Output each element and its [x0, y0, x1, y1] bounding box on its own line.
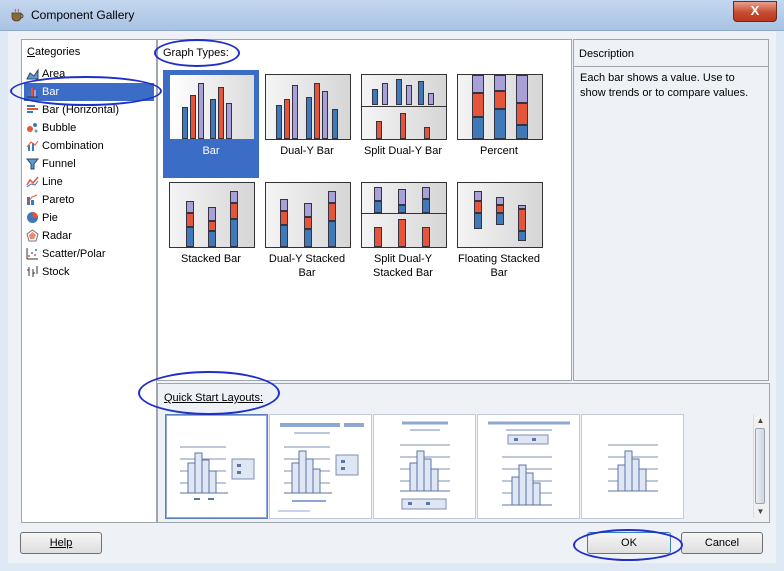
category-label: Bubble: [42, 122, 77, 134]
radar-chart-icon: [26, 229, 39, 242]
graph-type-dual-y-bar[interactable]: Dual-Y Bar: [259, 70, 355, 178]
line-chart-icon: [26, 176, 39, 188]
category-label: Stock: [42, 266, 70, 278]
description-header: Description: [579, 48, 635, 60]
category-item-stock[interactable]: Stock: [24, 263, 154, 281]
coffee-cup-icon: [11, 8, 24, 22]
graph-types-header: Graph Types:: [163, 47, 229, 59]
area-chart-icon: [26, 68, 39, 80]
category-item-line[interactable]: Line: [24, 173, 154, 191]
dialog-body: Categories Area Bar Bar (Horizontal) Bubble…: [8, 31, 776, 563]
ok-button[interactable]: OK: [587, 532, 671, 554]
quick-start-layout-2[interactable]: [269, 414, 372, 519]
category-item-funnel[interactable]: Funnel: [24, 155, 154, 173]
pie-chart-icon: [27, 212, 38, 223]
category-item-scatter-polar[interactable]: Scatter/Polar: [24, 245, 154, 263]
help-button[interactable]: Help: [20, 532, 102, 554]
category-item-radar[interactable]: Radar: [24, 227, 154, 245]
stock-chart-icon: [27, 266, 38, 277]
category-item-combination[interactable]: Combination: [24, 137, 154, 155]
graph-type-label: Dual-Y Bar: [280, 145, 334, 157]
close-icon: X: [750, 3, 760, 18]
quick-start-layout-1[interactable]: [165, 414, 268, 519]
graph-type-label: Bar: [202, 145, 220, 157]
component-gallery-dialog: Component Gallery X Categories Area Bar Ba…: [0, 0, 784, 571]
category-label: Bar: [42, 86, 60, 98]
categories-panel: Categories Area Bar Bar (Horizontal) Bubble…: [21, 39, 157, 523]
graph-type-label: Split Dual-Y Bar: [363, 145, 443, 157]
category-label: Pareto: [42, 194, 75, 206]
graph-type-split-dual-y-stacked-bar[interactable]: Split Dual-Y Stacked Bar: [355, 178, 451, 286]
category-item-pareto[interactable]: Pareto: [24, 191, 154, 209]
graph-type-stacked-bar[interactable]: Stacked Bar: [163, 178, 259, 286]
scrollbar-thumb[interactable]: [755, 428, 765, 504]
graph-type-split-dual-y-bar[interactable]: Split Dual-Y Bar: [355, 70, 451, 178]
graph-type-dual-y-stacked-bar[interactable]: Dual-Y Stacked Bar: [259, 178, 355, 286]
layout-chart-only-icon: [608, 444, 658, 492]
graph-type-label: Floating Stacked Bar: [458, 253, 540, 279]
graph-type-label: Split Dual-Y Stacked Bar: [373, 253, 433, 279]
graph-type-floating-stacked-bar[interactable]: Floating Stacked Bar: [451, 178, 547, 286]
category-label: Area: [42, 68, 66, 80]
scroll-up-icon[interactable]: ▲: [754, 414, 767, 427]
category-label: Bar (Horizontal): [42, 104, 120, 116]
quick-start-panel: Quick Start Layouts: ▲ ▼: [157, 383, 770, 523]
quick-start-layouts-list: [162, 412, 747, 519]
description-text: Each bar shows a value. Use to show tren…: [580, 72, 749, 99]
layout-chart-legend-right-icon: [180, 446, 255, 500]
bubble-chart-icon: [27, 123, 38, 133]
category-item-bar[interactable]: Bar: [24, 83, 154, 101]
horizontal-bar-chart-icon: [27, 105, 38, 113]
categories-list: Area Bar Bar (Horizontal) Bubble Combination…: [24, 65, 154, 281]
category-item-bar-horizontal[interactable]: Bar (Horizontal): [24, 101, 154, 119]
split-dual-y-stacked-bar-thumbnail: [361, 182, 447, 248]
quick-start-layout-4[interactable]: [477, 414, 580, 519]
graph-type-percent[interactable]: Percent: [451, 70, 547, 178]
category-label: Radar: [42, 230, 72, 242]
close-button[interactable]: X: [733, 1, 777, 22]
layout-legend-top-chart-icon: [488, 421, 570, 506]
category-label: Pie: [42, 212, 58, 224]
scatter-chart-icon: [26, 248, 38, 260]
quick-start-scrollbar[interactable]: ▲ ▼: [753, 414, 767, 518]
category-label: Funnel: [42, 158, 76, 170]
category-item-pie[interactable]: Pie: [24, 209, 154, 227]
pareto-chart-icon: [27, 194, 38, 205]
category-label: Scatter/Polar: [42, 248, 106, 260]
description-divider: [574, 66, 768, 67]
quick-start-layout-5[interactable]: [581, 414, 684, 519]
bar-chart-thumbnail: [169, 74, 255, 140]
percent-bar-thumbnail: [457, 74, 543, 140]
description-panel: Description Each bar shows a value. Use …: [573, 39, 769, 381]
floating-stacked-bar-thumbnail: [457, 182, 543, 248]
window-title: Component Gallery: [31, 8, 135, 22]
split-dual-y-bar-thumbnail: [361, 74, 447, 140]
graph-type-label: Stacked Bar: [181, 253, 241, 265]
funnel-chart-icon: [26, 158, 39, 170]
graph-type-label: Dual-Y Stacked Bar: [268, 253, 346, 279]
quick-start-header: Quick Start Layouts:: [164, 392, 264, 404]
scroll-down-icon[interactable]: ▼: [754, 505, 767, 518]
quick-start-layout-3[interactable]: [373, 414, 476, 519]
combination-chart-icon: [26, 140, 39, 151]
graph-type-bar[interactable]: Bar: [163, 70, 259, 178]
layout-title-chart-legend-icon: [278, 423, 364, 512]
category-item-area[interactable]: Area: [24, 65, 154, 83]
graph-type-label: Percent: [480, 145, 518, 157]
categories-header: Categories: [27, 46, 81, 58]
category-item-bubble[interactable]: Bubble: [24, 119, 154, 137]
dual-y-stacked-bar-thumbnail: [265, 182, 351, 248]
category-label: Combination: [42, 140, 104, 152]
cancel-button[interactable]: Cancel: [681, 532, 763, 554]
dual-y-bar-thumbnail: [265, 74, 351, 140]
layout-chart-legend-bottom-icon: [400, 421, 450, 510]
bar-chart-icon: [27, 88, 38, 98]
graph-types-panel: Graph Types: Bar Dual-Y Bar Split Dual-Y…: [157, 39, 572, 381]
stacked-bar-thumbnail: [169, 182, 255, 248]
category-label: Line: [42, 176, 63, 188]
title-bar: Component Gallery X: [0, 0, 784, 31]
